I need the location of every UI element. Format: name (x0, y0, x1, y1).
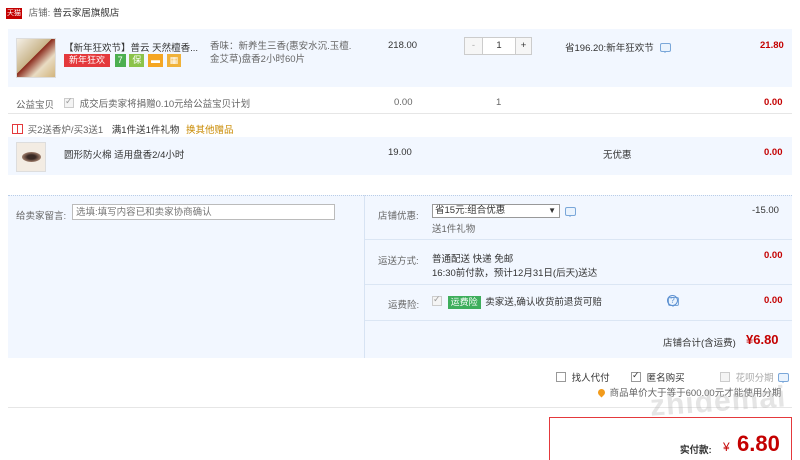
pay-amount: 6.80 (737, 431, 780, 456)
qty-minus-button[interactable]: - (465, 38, 483, 54)
charity-qty: 1 (496, 97, 502, 108)
shop-discount-value: 省15元:组合优惠 (435, 205, 506, 216)
charity-label: 公益宝贝 (16, 100, 55, 111)
insurance-option: 运费险 卖家送,确认收货前退货可赔 (432, 294, 602, 309)
qty-input[interactable]: 1 (483, 38, 515, 54)
discount-text: 省196.20:新年狂欢节 (565, 43, 654, 54)
tmall-logo: 天猫 (6, 8, 22, 19)
insurance-amount: 0.00 (764, 295, 783, 306)
insurance-text: 卖家送,确认收货前退货可赔 (485, 297, 602, 308)
gift-promo: 买2送香炉/买3送1 满1件送1件礼物 换其他赠品 (12, 122, 234, 136)
shop-total-amount: ¥6.80 (746, 332, 779, 347)
proxy-pay-label: 找人代付 (571, 373, 610, 384)
quantity-stepper: - 1 + (464, 37, 532, 55)
promo-badges: 新年狂欢 7 保 ▬ ▦ (64, 54, 182, 67)
gift-icon (12, 124, 23, 134)
discount-text: 无优惠 (603, 150, 632, 161)
divider (8, 113, 792, 114)
shipping-eta: 16:30前付款，预计12月31日(后天)送达 (432, 268, 598, 279)
discount-info: 省196.20:新年狂欢节 (565, 40, 672, 54)
pay-label: 实付款: (680, 445, 712, 456)
divider (365, 320, 792, 321)
promo-tag: 新年狂欢 (64, 54, 111, 67)
shop-discount-select[interactable]: 省15元:组合优惠 ▼ (432, 204, 560, 218)
chat-icon[interactable] (660, 43, 672, 53)
shipping-method: 普通配送 快递 免邮 (432, 254, 514, 265)
guarantee-icon: 保 (129, 54, 145, 67)
divider (364, 195, 365, 358)
shop-label: 店铺: (28, 8, 51, 19)
item-subtotal: 0.00 (764, 147, 783, 158)
message-input[interactable] (72, 204, 335, 220)
item-subtotal: 21.80 (760, 40, 784, 51)
product-thumbnail[interactable] (16, 38, 56, 78)
shop-discount-amount: -15.00 (752, 205, 779, 216)
change-gift-link[interactable]: 换其他赠品 (186, 125, 234, 136)
proxy-pay-option[interactable]: 找人代付 (556, 370, 610, 384)
charity-text: 成交后卖家将捐赠0.10元给公益宝贝计划 (79, 99, 251, 110)
sku-info: 香味：新养生三香(惠安水沉.玉檀.金艾草)盘香2小时60片 (210, 41, 352, 65)
proxy-pay-checkbox[interactable] (556, 372, 566, 382)
divider (365, 284, 792, 285)
help-icon[interactable]: ? (667, 295, 678, 306)
message-label: 给卖家留言: (16, 211, 67, 222)
pay-currency: ¥ (723, 440, 730, 454)
shipping-amount: 0.00 (764, 250, 783, 261)
chevron-down-icon: ▼ (548, 206, 556, 215)
location-pin-icon (596, 387, 607, 398)
insurance-checkbox[interactable] (432, 294, 442, 306)
gift-promo-sub: 满1件送1件礼物 (111, 125, 180, 136)
shop-header: 天猫 店铺: 普云家居旗舰店 (6, 5, 206, 21)
charity-checkbox[interactable] (64, 96, 74, 108)
unit-price: 218.00 (388, 40, 418, 51)
anonymous-option[interactable]: 匿名购买 (631, 370, 685, 384)
seven-day-return-icon: 7 (114, 54, 126, 67)
shipping-label: 运送方式: (378, 256, 419, 267)
shop-total-label: 店铺合计(含运费) (663, 338, 736, 349)
unit-price: 19.00 (388, 147, 412, 158)
anonymous-checkbox[interactable] (631, 370, 641, 382)
huabei-checkbox[interactable] (720, 372, 730, 382)
gift-promo-text: 买2送香炉/买3送1 (27, 125, 104, 136)
divider (365, 239, 792, 240)
invoice-icon: ▦ (166, 54, 182, 67)
product-thumbnail[interactable] (16, 142, 46, 172)
insurance-label: 运费险: (388, 300, 420, 311)
insurance-tag: 运费险 (447, 296, 481, 309)
card-icon: ▬ (147, 54, 163, 67)
product-title-link[interactable]: 圆形防火棉 适用盘香2/4小时 (64, 147, 184, 161)
chat-icon[interactable] (565, 207, 576, 217)
anonymous-label: 匿名购买 (646, 373, 685, 384)
qty-plus-button[interactable]: + (515, 38, 531, 54)
charity-option: 成交后卖家将捐赠0.10元给公益宝贝计划 (64, 96, 250, 110)
product-title-link[interactable]: 【新年狂欢节】普云 天然檀香... (64, 40, 204, 54)
shop-discount-note: 送1件礼物 (432, 224, 476, 235)
charity-price: 0.00 (394, 97, 413, 108)
shop-name-link[interactable]: 普云家居旗舰店 (53, 8, 120, 19)
charity-subtotal: 0.00 (764, 97, 783, 108)
shop-discount-label: 店铺优惠: (378, 211, 419, 222)
